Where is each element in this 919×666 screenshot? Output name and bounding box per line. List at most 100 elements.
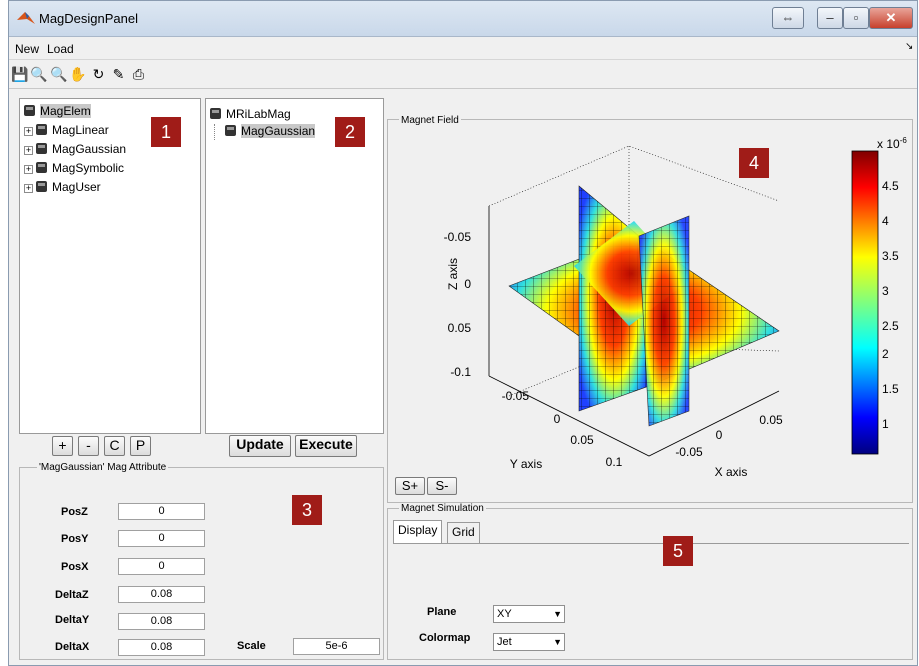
cube-icon (210, 108, 221, 119)
window-title: MagDesignPanel (39, 11, 139, 26)
deltaz-field[interactable]: 0.08 (118, 586, 205, 603)
cb-tick-4: 2.5 (882, 319, 899, 333)
menu-new[interactable]: New (15, 42, 39, 56)
plane-select[interactable]: XY ▼ (493, 605, 565, 623)
close-icon: ✕ (885, 10, 897, 25)
scale-field[interactable]: 5e-6 (293, 638, 380, 655)
tab-display[interactable]: Display (393, 520, 443, 544)
y-tick-0: -0.05 (502, 389, 530, 403)
annotation-badge-5: 5 (663, 536, 693, 566)
toolbar: 💾 🔍 🔍 ✋ ↻ ✎ ⎙ (9, 61, 917, 89)
posz-field[interactable]: 0 (118, 503, 205, 520)
rotate-icon[interactable]: ↻ (90, 66, 107, 83)
annotation-badge-3: 3 (292, 495, 322, 525)
remove-button[interactable]: - (78, 436, 99, 456)
cube-icon (36, 162, 47, 173)
magnet-simulation-title: Magnet Simulation (399, 503, 486, 514)
cb-tick-0: 4.5 (882, 179, 899, 193)
paste-button[interactable]: P (130, 436, 151, 456)
execute-button[interactable]: Execute (295, 435, 357, 457)
z-axis-label: Z axis (446, 258, 460, 290)
field-surface (508, 185, 780, 427)
save-icon[interactable]: 💾 (11, 66, 28, 83)
annotation-badge-4: 4 (739, 148, 769, 178)
chevron-down-icon: ▼ (553, 609, 562, 619)
menu-bar: New Load ↘ (9, 38, 917, 60)
posx-field[interactable]: 0 (118, 558, 205, 575)
maximize-icon: ▫ (853, 10, 859, 25)
cube-icon (24, 105, 35, 116)
z-tick-2: 0.05 (448, 321, 472, 335)
tree-item-maguser[interactable]: + MagUser (24, 180, 101, 196)
slice-plus-button[interactable]: S+ (395, 477, 425, 495)
add-button[interactable]: + (52, 436, 73, 456)
zoom-in-icon[interactable]: 🔍 (30, 66, 47, 83)
cube-icon (225, 125, 236, 136)
z-tick-3: -0.1 (450, 365, 471, 379)
colorbar (851, 150, 879, 455)
magnet-tree-panel: MRiLabMag MagGaussian 2 (205, 98, 384, 434)
element-tree-panel: MagElem + MagLinear + MagGaussian + MagSymb… (19, 98, 201, 434)
cube-icon (36, 143, 47, 154)
expand-icon[interactable]: + (24, 165, 33, 174)
tree-item-maglinear[interactable]: + MagLinear (24, 123, 109, 139)
copy-button[interactable]: C (104, 436, 125, 456)
expand-icon[interactable]: + (24, 146, 33, 155)
cube-icon (36, 124, 47, 135)
update-button[interactable]: Update (229, 435, 291, 457)
y-tick-2: 0.05 (570, 433, 594, 447)
swap-icon: ⇔ (781, 10, 795, 25)
title-bar: MagDesignPanel ⇔ – ▫ ✕ (9, 1, 917, 37)
scale-label: Scale (237, 640, 266, 652)
tab-grid[interactable]: Grid (447, 522, 480, 543)
print-icon[interactable]: ⎙ (130, 66, 147, 83)
dock-arrow-icon[interactable]: ↘ (905, 41, 913, 52)
z-tick-1: 0 (464, 277, 471, 291)
colormap-select[interactable]: Jet ▼ (493, 633, 565, 651)
app-window: MagDesignPanel ⇔ – ▫ ✕ New Load ↘ 💾 🔍 🔍 … (8, 0, 918, 666)
cb-tick-7: 1 (882, 417, 889, 431)
deltay-field[interactable]: 0.08 (118, 613, 205, 630)
x-tick-1: 0 (716, 428, 723, 442)
posy-field[interactable]: 0 (118, 530, 205, 547)
cb-tick-1: 4 (882, 214, 889, 228)
posy-label: PosY (61, 533, 89, 545)
posx-label: PosX (61, 561, 89, 573)
maximize-button[interactable]: ▫ (843, 7, 869, 29)
cb-tick-5: 2 (882, 347, 889, 361)
pan-icon[interactable]: ✋ (69, 66, 86, 83)
z-tick-0: -0.05 (444, 230, 472, 244)
close-button[interactable]: ✕ (869, 7, 913, 29)
y-tick-1: 0 (554, 412, 561, 426)
tree-root-magelem[interactable]: MagElem (24, 104, 91, 120)
zoom-out-icon[interactable]: 🔍 (50, 66, 67, 83)
y-axis-label: Y axis (510, 457, 542, 471)
attribute-frame-title: 'MagGaussian' Mag Attribute (37, 462, 169, 473)
minimize-button[interactable]: – (817, 7, 843, 29)
deltax-field[interactable]: 0.08 (118, 639, 205, 656)
cube-icon (36, 181, 47, 192)
magnet-field-plot[interactable]: Z axis -0.05 0 0.05 -0.1 -0.05 0 0.05 0.… (389, 126, 911, 476)
colorbar-exponent: x 10-6 (877, 136, 907, 151)
tree-item-maggaussian[interactable]: + MagGaussian (24, 142, 126, 158)
deltay-label: DeltaY (55, 614, 90, 626)
tree-item-maggaussian-selected[interactable]: MagGaussian (214, 124, 316, 140)
tree-item-magsymbolic[interactable]: + MagSymbolic (24, 161, 124, 177)
deltax-label: DeltaX (55, 641, 90, 653)
annotation-badge-2: 2 (335, 117, 365, 147)
colormap-label: Colormap (419, 632, 471, 644)
x-tick-0: -0.05 (675, 445, 703, 459)
minimize-icon: – (826, 10, 834, 25)
datacursor-icon[interactable]: ✎ (110, 66, 127, 83)
menu-load[interactable]: Load (47, 42, 74, 56)
slice-minus-button[interactable]: S- (427, 477, 457, 495)
expand-icon[interactable]: + (24, 127, 33, 136)
expand-icon[interactable]: + (24, 184, 33, 193)
magnet-field-title: Magnet Field (399, 115, 461, 126)
swap-button[interactable]: ⇔ (772, 7, 804, 29)
matlab-logo-icon (17, 12, 35, 24)
tree-root-mrilabmag[interactable]: MRiLabMag (210, 107, 291, 123)
posz-label: PosZ (61, 506, 88, 518)
colorbar-ticks: 4.5 4 3.5 3 2.5 2 1.5 1 (882, 179, 899, 431)
cb-tick-2: 3.5 (882, 249, 899, 263)
